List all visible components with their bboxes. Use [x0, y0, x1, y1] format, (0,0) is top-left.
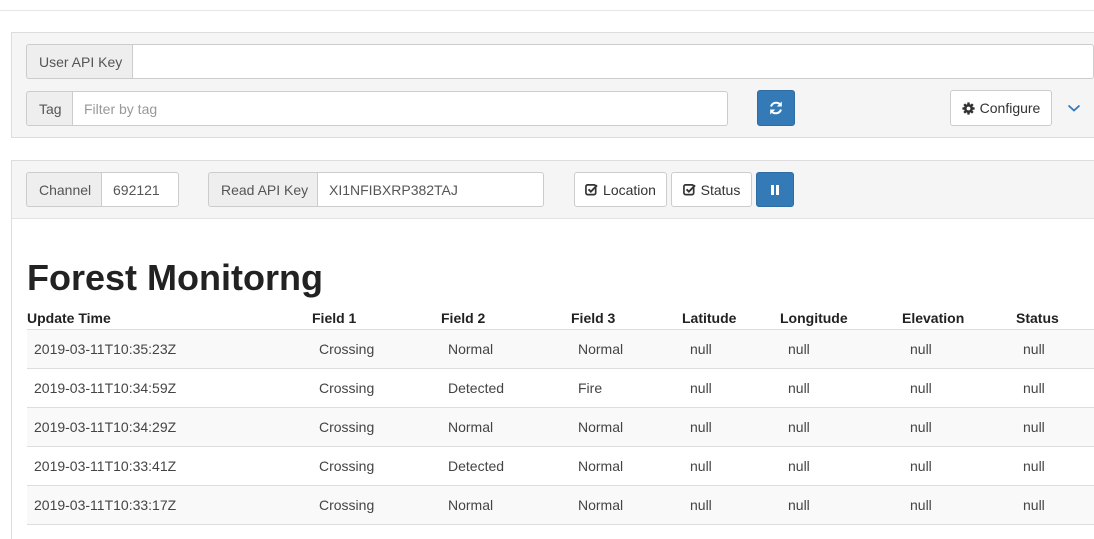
table-cell: Crossing	[312, 368, 441, 408]
channel-label: Channel	[26, 172, 102, 207]
table-cell: null	[902, 485, 1016, 525]
collapse-toggle[interactable]	[1064, 98, 1084, 118]
table-cell: 2019-03-11T10:33:41Z	[27, 446, 312, 486]
location-label: Location	[603, 181, 656, 198]
pause-icon	[771, 184, 779, 195]
table-row: 2019-03-11T10:33:17Z Crossing Normal Nor…	[27, 485, 1094, 525]
table-cell: Detected	[441, 368, 571, 408]
configure-button[interactable]: Configure	[950, 90, 1052, 126]
tag-label: Tag	[26, 91, 73, 126]
refresh-icon	[770, 101, 782, 115]
column-header: Field 3	[571, 308, 682, 330]
table-cell: Normal	[571, 485, 682, 525]
status-toggle-button[interactable]: Status	[671, 172, 752, 207]
refresh-button[interactable]	[757, 90, 795, 126]
table-header-row: Update Time Field 1 Field 2 Field 3 Lati…	[27, 308, 1094, 330]
read-api-key-input[interactable]: XI1NFIBXRP382TAJ	[317, 172, 544, 207]
table-cell: 2019-03-11T10:35:23Z	[27, 329, 312, 369]
table-row: 2019-03-11T10:34:29Z Crossing Normal Nor…	[27, 407, 1094, 447]
checkbox-checked-icon	[585, 184, 598, 196]
column-header: Status	[1016, 308, 1094, 330]
table-cell: null	[1016, 446, 1094, 486]
column-header: Latitude	[682, 308, 780, 330]
table-cell: Normal	[571, 329, 682, 369]
table-cell: 2019-03-11T10:33:17Z	[27, 485, 312, 525]
status-label: Status	[700, 181, 741, 198]
table-cell: Normal	[441, 329, 571, 369]
table-cell: Crossing	[312, 446, 441, 486]
top-divider	[0, 10, 1094, 11]
table-cell: null	[780, 407, 902, 447]
table-cell: null	[1016, 329, 1094, 369]
table-cell: null	[780, 446, 902, 486]
channel-id-input[interactable]: 692121	[101, 172, 179, 207]
column-header: Field 2	[441, 308, 571, 330]
table-cell: Crossing	[312, 485, 441, 525]
column-header: Update Time	[27, 308, 312, 330]
table-cell: 2019-03-11T10:34:59Z	[27, 368, 312, 408]
table-cell: null	[780, 368, 902, 408]
table-cell: null	[902, 446, 1016, 486]
pause-button[interactable]	[756, 172, 794, 207]
table-row: 2019-03-11T10:33:41Z Crossing Detected N…	[27, 446, 1094, 486]
table-cell: null	[780, 485, 902, 525]
table-cell: null	[902, 407, 1016, 447]
table-cell: Fire	[571, 368, 682, 408]
table-cell: null	[682, 329, 780, 369]
table-cell: Detected	[441, 446, 571, 486]
column-header: Field 1	[312, 308, 441, 330]
column-header: Longitude	[780, 308, 902, 330]
page-title: Forest Monitorng	[27, 257, 323, 298]
table-cell: null	[780, 329, 902, 369]
table-cell: null	[1016, 485, 1094, 525]
table-cell: null	[902, 368, 1016, 408]
column-header: Elevation	[902, 308, 1016, 330]
table-cell: null	[1016, 407, 1094, 447]
table-cell: null	[902, 329, 1016, 369]
table-cell: null	[1016, 368, 1094, 408]
user-api-key-input[interactable]	[132, 44, 1094, 79]
table-cell: null	[682, 407, 780, 447]
table-cell: null	[682, 446, 780, 486]
table-cell: null	[682, 368, 780, 408]
table-cell: Normal	[441, 407, 571, 447]
data-table: Update Time Field 1 Field 2 Field 3 Lati…	[27, 308, 1094, 525]
table-cell: null	[682, 485, 780, 525]
table-cell: Normal	[441, 485, 571, 525]
user-api-key-label: User API Key	[26, 44, 133, 79]
table-row: 2019-03-11T10:34:59Z Crossing Detected F…	[27, 368, 1094, 408]
gear-icon	[962, 101, 975, 115]
tag-filter-input[interactable]: Filter by tag	[72, 91, 728, 126]
table-row: 2019-03-11T10:35:23Z Crossing Normal Nor…	[27, 329, 1094, 369]
table-cell: Crossing	[312, 407, 441, 447]
location-toggle-button[interactable]: Location	[574, 172, 667, 207]
table-cell: Normal	[571, 446, 682, 486]
chevron-down-icon	[1067, 104, 1081, 112]
table-cell: 2019-03-11T10:34:29Z	[27, 407, 312, 447]
configure-label: Configure	[979, 100, 1041, 116]
table-cell: Crossing	[312, 329, 441, 369]
read-api-key-label: Read API Key	[208, 172, 318, 207]
checkbox-checked-icon	[682, 184, 696, 196]
table-cell: Normal	[571, 407, 682, 447]
